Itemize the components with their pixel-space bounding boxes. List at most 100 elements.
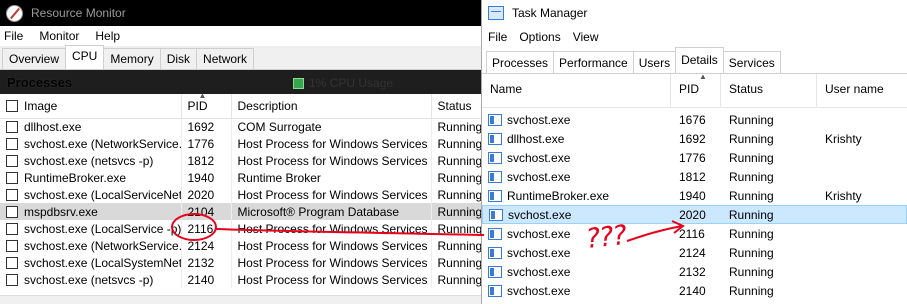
tab-disk[interactable]: Disk xyxy=(159,48,198,69)
rm-image-text: svchost.exe (NetworkService... xyxy=(24,136,181,151)
tm-col-status-label: Status xyxy=(729,82,764,96)
resource-monitor-window: Resource Monitor File Monitor Help Overv… xyxy=(0,0,481,304)
tm-col-user-label: User name xyxy=(825,82,884,96)
tm-col-pid[interactable]: ▲ PID xyxy=(671,72,721,108)
tm-menu-view[interactable]: View xyxy=(573,30,599,44)
rm-table-row[interactable]: svchost.exe (LocalService -p) 2116 Host Pr… xyxy=(0,220,481,237)
row-checkbox[interactable] xyxy=(6,137,18,150)
row-checkbox[interactable] xyxy=(6,120,18,133)
tm-cell-name: svchost.exe xyxy=(482,284,671,298)
rm-col-description[interactable]: Description xyxy=(231,94,432,119)
rm-table-row[interactable]: svchost.exe (NetworkService... 1776 Host P… xyxy=(0,135,481,152)
processes-section-title: Processes xyxy=(7,74,73,90)
rm-cell-description: COM Surrogate xyxy=(231,118,432,135)
tm-cell-pid: 2124 xyxy=(679,245,706,260)
process-icon xyxy=(489,208,503,221)
tm-table-row[interactable]: RuntimeBroker.exe 1940 Running Krishty xyxy=(482,186,907,205)
tm-table-row[interactable]: svchost.exe 2132 Running xyxy=(482,262,907,281)
rm-menu-file[interactable]: File xyxy=(4,29,23,43)
tm-col-name[interactable]: Name xyxy=(482,74,671,108)
tm-table-row[interactable]: dllhost.exe 1692 Running Krishty xyxy=(482,129,907,148)
rm-table-row[interactable]: svchost.exe (netsvcs -p) 1812 Host Process… xyxy=(0,152,481,169)
tab-services[interactable]: Services xyxy=(722,51,781,73)
tab-details[interactable]: Details xyxy=(675,47,724,73)
processes-section-header[interactable]: Processes 1% CPU Usage xyxy=(0,70,481,94)
tm-window-title: Task Manager xyxy=(512,6,588,20)
tm-col-user[interactable]: User name xyxy=(817,74,907,108)
task-manager-window: Task Manager File Options View Processes… xyxy=(481,0,907,304)
rm-cell-pid: 1812 xyxy=(181,152,232,169)
tab-overview[interactable]: Overview xyxy=(2,48,67,69)
tab-memory[interactable]: Memory xyxy=(103,48,161,69)
rm-cell-description: Host Process for Windows Services xyxy=(231,254,432,271)
select-all-checkbox[interactable] xyxy=(6,99,18,112)
rm-cell-pid: 1776 xyxy=(181,135,232,152)
row-checkbox[interactable] xyxy=(6,256,18,269)
rm-horizontal-scrollbar[interactable] xyxy=(0,295,481,304)
tm-name-text: svchost.exe xyxy=(507,264,571,279)
rm-table-row[interactable]: RuntimeBroker.exe 1940 Runtime Broker Runni… xyxy=(0,169,481,186)
tm-cell-user: Krishty xyxy=(825,131,862,146)
tm-table-row[interactable]: svchost.exe 1812 Running xyxy=(482,167,907,186)
row-checkbox[interactable] xyxy=(6,239,18,252)
tm-cell-pid: 2020 xyxy=(679,207,706,222)
row-checkbox[interactable] xyxy=(6,154,18,167)
rm-table-row[interactable]: mspdbsrv.exe 2104 Microsoft® Program Datab… xyxy=(0,203,481,220)
rm-cell-image: dllhost.exe xyxy=(0,118,182,135)
rm-cell-image: svchost.exe (LocalServiceNet... xyxy=(0,186,182,203)
rm-cell-description: Host Process for Windows Services xyxy=(231,186,432,203)
tm-cell-pid: 1812 xyxy=(679,169,706,184)
tm-name-text: svchost.exe xyxy=(507,226,571,241)
rm-cell-status: Running xyxy=(431,203,481,220)
rm-cell-pid: 2124 xyxy=(181,237,232,254)
rm-cell-pid: 1692 xyxy=(181,118,232,135)
rm-cell-pid: 2140 xyxy=(181,271,232,288)
tm-table-row[interactable]: svchost.exe 2020 Running xyxy=(482,205,907,224)
tm-cell-pid: 1676 xyxy=(679,112,706,127)
rm-table-row[interactable]: svchost.exe (LocalSystemNet... 2132 Host P… xyxy=(0,254,481,271)
tm-table-row[interactable]: svchost.exe 2124 Running xyxy=(482,243,907,262)
rm-process-table: Image ▲ PID Description Status dllhost.ex… xyxy=(0,91,481,288)
row-checkbox[interactable] xyxy=(6,205,18,218)
rm-cell-status: Running xyxy=(431,271,481,288)
tab-performance[interactable]: Performance xyxy=(553,51,634,73)
row-checkbox[interactable] xyxy=(6,188,18,201)
rm-table-row[interactable]: svchost.exe (NetworkService... 2124 Host P… xyxy=(0,237,481,254)
tab-processes[interactable]: Processes xyxy=(486,51,555,73)
process-icon xyxy=(488,132,502,145)
tab-network[interactable]: Network xyxy=(196,48,255,69)
tm-col-status[interactable]: Status xyxy=(721,74,817,108)
tm-menu-file[interactable]: File xyxy=(488,30,507,44)
rm-image-text: RuntimeBroker.exe xyxy=(24,170,127,185)
rm-table-header: Image ▲ PID Description Status xyxy=(0,91,481,119)
rm-menu-help[interactable]: Help xyxy=(95,29,120,43)
tm-cell-name: svchost.exe xyxy=(482,227,671,241)
rm-cell-pid: 2020 xyxy=(181,186,232,203)
tab-cpu[interactable]: CPU xyxy=(65,45,105,69)
tm-cell-name: svchost.exe xyxy=(482,246,671,260)
tm-table-row[interactable]: svchost.exe 1776 Running xyxy=(482,148,907,167)
tm-table-row[interactable]: svchost.exe 2116 Running xyxy=(482,224,907,243)
task-manager-icon xyxy=(488,6,504,20)
rm-cell-image: svchost.exe (LocalService -p) xyxy=(0,220,182,237)
row-checkbox[interactable] xyxy=(6,273,18,286)
rm-table-row[interactable]: svchost.exe (LocalServiceNet... 2020 Host … xyxy=(0,186,481,203)
rm-cell-pid: 1940 xyxy=(181,169,232,186)
tm-cell-pid: 1776 xyxy=(679,150,706,165)
rm-table-row[interactable]: svchost.exe (netsvcs -p) 2140 Host Process… xyxy=(0,271,481,288)
rm-cell-image: RuntimeBroker.exe xyxy=(0,169,182,186)
rm-col-image[interactable]: Image xyxy=(0,94,182,119)
rm-menu-monitor[interactable]: Monitor xyxy=(39,29,79,43)
process-icon xyxy=(488,170,502,183)
tm-table-row[interactable]: svchost.exe 1676 Running xyxy=(482,110,907,129)
tm-table-row[interactable]: svchost.exe 2140 Running xyxy=(482,281,907,300)
row-checkbox[interactable] xyxy=(6,222,18,235)
rm-table-row[interactable]: dllhost.exe 1692 COM Surrogate Running xyxy=(0,118,481,135)
rm-image-text: svchost.exe (NetworkService... xyxy=(24,238,181,253)
rm-tab-strip: Overview CPU Memory Disk Network xyxy=(0,45,481,70)
tab-users[interactable]: Users xyxy=(632,51,677,73)
rm-col-pid[interactable]: ▲ PID xyxy=(181,91,232,119)
tm-menu-options[interactable]: Options xyxy=(519,30,560,44)
rm-col-status[interactable]: Status xyxy=(431,94,481,119)
row-checkbox[interactable] xyxy=(6,171,18,184)
